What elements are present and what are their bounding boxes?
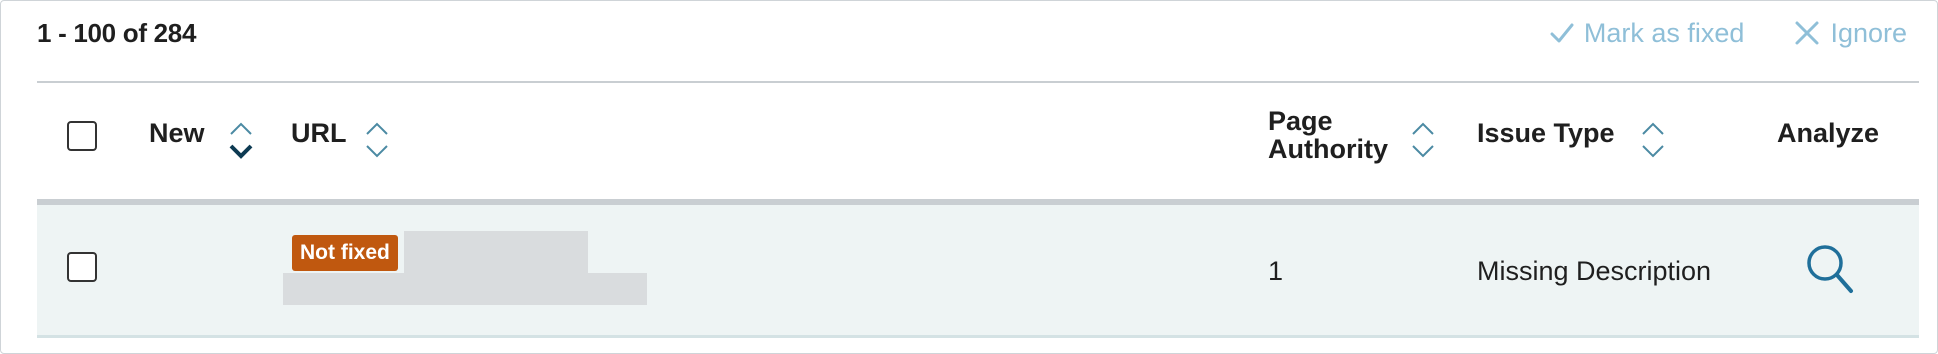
column-header-new[interactable]: New [149, 118, 205, 149]
page-authority-line1: Page [1268, 106, 1333, 136]
table-toolbar: 1 - 100 of 284 Mark as fixed Ignore [37, 15, 1907, 51]
redacted-url-link[interactable] [283, 273, 647, 305]
column-header-page-authority[interactable]: Page Authority [1268, 107, 1388, 163]
row-select-checkbox[interactable] [67, 252, 97, 282]
pagination-count: 1 - 100 of 284 [37, 18, 197, 48]
page-authority-line2: Authority [1268, 134, 1388, 164]
row-divider [37, 335, 1919, 338]
issues-table-panel: 1 - 100 of 284 Mark as fixed Ignore New [0, 0, 1938, 354]
mark-as-fixed-label: Mark as fixed [1583, 18, 1745, 48]
column-header-analyze: Analyze [1777, 118, 1880, 148]
sort-icon[interactable] [363, 120, 391, 160]
sort-icon[interactable] [1639, 120, 1667, 160]
table-header: New URL Page Authority Issue Type Analyz… [37, 83, 1919, 199]
ignore-button[interactable]: Ignore [1794, 15, 1907, 51]
status-badge: Not fixed [292, 235, 398, 271]
page-authority-value: 1 [1268, 256, 1284, 286]
ignore-label: Ignore [1830, 18, 1907, 48]
sort-descending-icon[interactable] [227, 120, 255, 160]
close-icon [1795, 21, 1819, 45]
table-row: Not fixed 1 Missing Description [37, 205, 1919, 335]
issue-type-value: Missing Description [1477, 256, 1712, 286]
magnifier-icon[interactable] [1805, 243, 1855, 297]
column-header-issue-type[interactable]: Issue Type [1477, 118, 1615, 149]
redacted-url-text [404, 231, 588, 275]
column-header-url[interactable]: URL [291, 118, 347, 149]
checkmark-icon [1550, 23, 1574, 43]
bulk-actions: Mark as fixed Ignore [1550, 15, 1907, 51]
select-all-checkbox[interactable] [67, 121, 97, 151]
sort-icon[interactable] [1409, 120, 1437, 160]
mark-as-fixed-button[interactable]: Mark as fixed [1550, 15, 1745, 51]
